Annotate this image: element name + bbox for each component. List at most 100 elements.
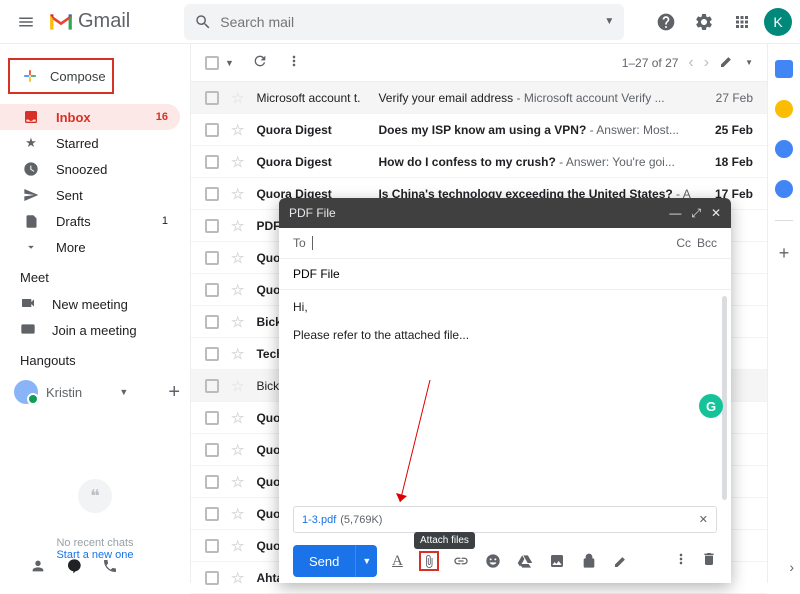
add-addon-icon[interactable]: +: [779, 243, 790, 264]
row-checkbox[interactable]: [205, 91, 219, 105]
chevron-down-icon[interactable]: ▼: [745, 58, 753, 67]
sidebar-item-inbox[interactable]: Inbox 16: [0, 104, 180, 130]
calendar-icon[interactable]: [775, 60, 793, 78]
link-icon[interactable]: [451, 551, 471, 571]
row-checkbox[interactable]: [205, 123, 219, 137]
more-icon[interactable]: [286, 53, 302, 72]
more-options-icon[interactable]: [673, 551, 689, 572]
star-icon[interactable]: ☆: [231, 153, 244, 171]
to-field-row[interactable]: To Cc Bcc: [279, 228, 731, 259]
chevron-down-icon[interactable]: ▼: [225, 58, 234, 68]
row-checkbox[interactable]: [205, 283, 219, 297]
close-icon[interactable]: ✕: [711, 206, 721, 221]
star-icon[interactable]: ☆: [231, 185, 244, 203]
star-icon[interactable]: ☆: [231, 345, 244, 363]
sidebar-item-sent[interactable]: Sent: [0, 182, 180, 208]
minimize-icon[interactable]: —: [669, 206, 681, 221]
row-checkbox[interactable]: [205, 187, 219, 201]
row-checkbox[interactable]: [205, 443, 219, 457]
star-icon[interactable]: ☆: [231, 121, 244, 139]
cc-button[interactable]: Cc: [676, 236, 691, 250]
row-checkbox[interactable]: [205, 411, 219, 425]
menu-icon[interactable]: [8, 4, 44, 40]
email-row[interactable]: ☆Quora DigestDoes my ISP know am using a…: [191, 114, 767, 146]
row-checkbox[interactable]: [205, 219, 219, 233]
join-meeting[interactable]: Join a meeting: [0, 317, 190, 343]
discard-icon[interactable]: [701, 551, 717, 572]
row-checkbox[interactable]: [205, 571, 219, 585]
star-icon[interactable]: ☆: [231, 569, 244, 587]
phone-icon[interactable]: [102, 558, 118, 579]
add-contact-button[interactable]: +: [168, 381, 180, 404]
star-icon[interactable]: ☆: [231, 409, 244, 427]
user-avatar[interactable]: K: [764, 8, 792, 36]
hangouts-icon[interactable]: [66, 558, 82, 579]
select-all-checkbox[interactable]: [205, 56, 219, 70]
subject-field[interactable]: PDF File: [279, 259, 731, 290]
star-icon[interactable]: ☆: [231, 473, 244, 491]
apps-icon[interactable]: [726, 6, 758, 38]
send-options-button[interactable]: ▼: [355, 545, 377, 577]
contacts-icon[interactable]: [775, 180, 793, 198]
attachment-chip[interactable]: 1-3.pdf (5,769K) ✕: [293, 506, 717, 533]
row-checkbox[interactable]: [205, 347, 219, 361]
compose-button[interactable]: Compose: [10, 60, 116, 92]
new-meeting[interactable]: New meeting: [0, 291, 190, 317]
chevron-down-icon[interactable]: ▼: [119, 387, 128, 397]
star-icon[interactable]: ☆: [231, 377, 244, 395]
keep-icon[interactable]: [775, 100, 793, 118]
sidebar-item-snoozed[interactable]: Snoozed: [0, 156, 180, 182]
email-row[interactable]: ☆Microsoft account t.Verify your email a…: [191, 82, 767, 114]
row-checkbox[interactable]: [205, 155, 219, 169]
collapse-panel-icon[interactable]: ›: [789, 559, 794, 575]
scrollbar[interactable]: [722, 296, 727, 500]
grammarly-icon[interactable]: G: [699, 394, 723, 418]
drive-icon[interactable]: [515, 551, 535, 571]
row-checkbox[interactable]: [205, 539, 219, 553]
next-page-icon[interactable]: ›: [704, 54, 709, 72]
remove-attachment-icon[interactable]: ✕: [699, 513, 708, 526]
search-input[interactable]: [220, 14, 604, 30]
help-icon[interactable]: [650, 6, 682, 38]
star-icon[interactable]: ☆: [231, 441, 244, 459]
star-icon[interactable]: ☆: [231, 89, 244, 107]
hangouts-user[interactable]: Kristin ▼ +: [0, 374, 190, 410]
star-icon[interactable]: ☆: [231, 537, 244, 555]
emoji-icon[interactable]: [483, 551, 503, 571]
formatting-icon[interactable]: A: [387, 551, 407, 571]
star-icon[interactable]: ☆: [231, 313, 244, 331]
row-checkbox[interactable]: [205, 475, 219, 489]
image-icon[interactable]: [547, 551, 567, 571]
row-checkbox[interactable]: [205, 315, 219, 329]
row-checkbox[interactable]: [205, 251, 219, 265]
search-options-icon[interactable]: ▼: [604, 16, 614, 27]
sidebar-item-more[interactable]: More: [0, 234, 180, 260]
refresh-icon[interactable]: [252, 53, 268, 72]
to-input[interactable]: [312, 236, 677, 250]
star-icon[interactable]: ☆: [231, 217, 244, 235]
sidebar-item-starred[interactable]: ★ Starred: [0, 130, 180, 156]
bcc-button[interactable]: Bcc: [697, 236, 717, 250]
star-icon[interactable]: ☆: [231, 249, 244, 267]
confidential-icon[interactable]: [579, 551, 599, 571]
row-checkbox[interactable]: [205, 379, 219, 393]
row-checkbox[interactable]: [205, 507, 219, 521]
sidebar-item-drafts[interactable]: Drafts 1: [0, 208, 180, 234]
input-settings-icon[interactable]: [719, 53, 735, 72]
person-icon[interactable]: [30, 558, 46, 579]
prev-page-icon[interactable]: ‹: [688, 54, 693, 72]
settings-icon[interactable]: [688, 6, 720, 38]
send-button[interactable]: Send: [293, 545, 355, 577]
star-icon[interactable]: ☆: [231, 281, 244, 299]
search-bar[interactable]: ▼: [184, 4, 624, 40]
compose-body[interactable]: Hi, Please refer to the attached file...…: [279, 290, 731, 506]
expand-icon[interactable]: ⤢: [691, 206, 701, 221]
email-row[interactable]: ☆Quora DigestHow do I confess to my crus…: [191, 146, 767, 178]
attach-files-icon[interactable]: [419, 551, 439, 571]
tasks-icon[interactable]: [775, 140, 793, 158]
compose-title-bar[interactable]: PDF File — ⤢ ✕: [279, 198, 731, 228]
pen-icon[interactable]: [611, 551, 631, 571]
gmail-logo[interactable]: Gmail: [48, 10, 130, 33]
date: 18 Feb: [703, 155, 753, 169]
star-icon[interactable]: ☆: [231, 505, 244, 523]
